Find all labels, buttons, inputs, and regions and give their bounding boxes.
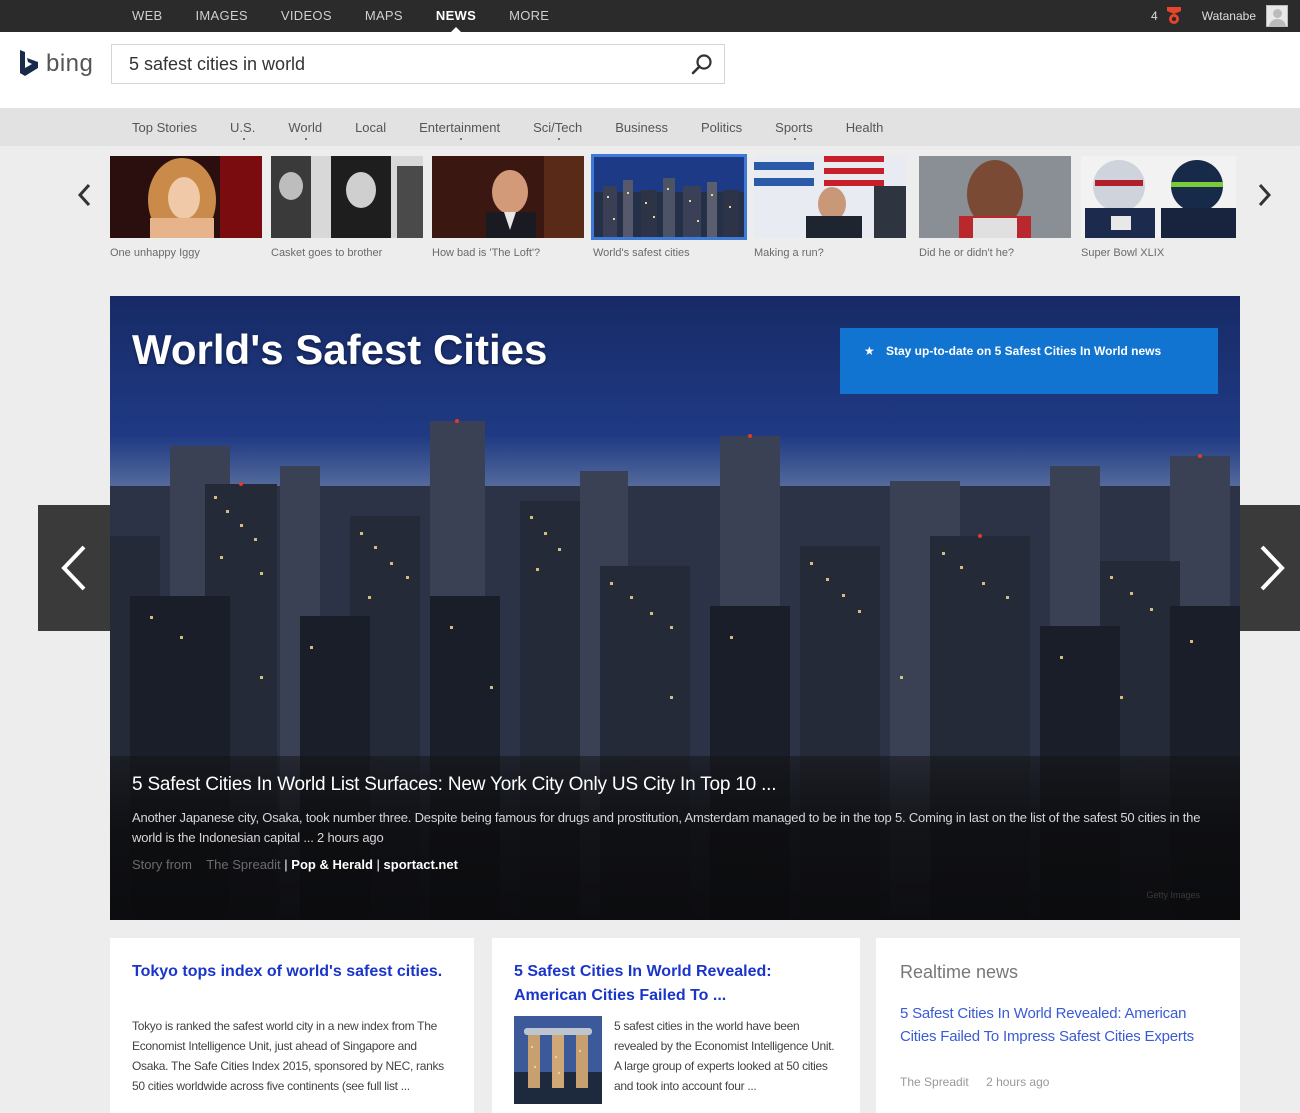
- hero-title[interactable]: World's Safest Cities: [132, 326, 547, 374]
- category-top-stories[interactable]: Top Stories: [132, 120, 197, 135]
- top-nav: WEB IMAGES VIDEOS MAPS NEWS MORE: [132, 0, 582, 32]
- search-icon: [691, 54, 712, 75]
- nav-web[interactable]: WEB: [132, 0, 163, 32]
- realtime-story-link[interactable]: 5 Safest Cities In World Revealed: Ameri…: [900, 1002, 1220, 1048]
- card-title-link[interactable]: 5 Safest Cities In World Revealed: Ameri…: [514, 960, 814, 1008]
- realtime-heading: Realtime news: [900, 962, 1019, 982]
- thumb-image: [1081, 156, 1236, 238]
- thumb-caption[interactable]: How bad is 'The Loft'?: [432, 247, 584, 259]
- category-politics[interactable]: Politics: [701, 120, 742, 135]
- image-credit: Getty Images: [1146, 890, 1200, 900]
- hero-prev-button[interactable]: [38, 505, 110, 631]
- strip-next-button[interactable]: [1255, 180, 1273, 210]
- chevron-right-icon: [1260, 545, 1285, 591]
- nav-maps[interactable]: MAPS: [365, 0, 403, 32]
- chevron-left-icon: [77, 183, 91, 207]
- thumb-caption[interactable]: Super Bowl XLIX: [1081, 247, 1236, 259]
- thumb-image: [591, 154, 747, 240]
- nav-images[interactable]: IMAGES: [196, 0, 248, 32]
- thumb-caption[interactable]: World's safest cities: [593, 247, 745, 259]
- thumb-caption[interactable]: Did he or didn't he?: [919, 247, 1071, 259]
- card-title-link[interactable]: Tokyo tops index of world's safest citie…: [132, 960, 452, 984]
- thumb-story[interactable]: Super Bowl XLIX: [1081, 156, 1236, 259]
- logo-text: bing: [46, 50, 94, 77]
- thumb-story[interactable]: Making a run?: [754, 156, 906, 259]
- account-area: 4 Watanabe: [1151, 0, 1288, 32]
- strip-prev-button[interactable]: [76, 180, 94, 210]
- nav-videos[interactable]: VIDEOS: [281, 0, 332, 32]
- username[interactable]: Watanabe: [1202, 9, 1256, 23]
- rewards-medal-icon[interactable]: [1166, 7, 1182, 25]
- bing-b-icon: [20, 50, 38, 76]
- thumb-image: [110, 156, 262, 238]
- search-box: [111, 44, 725, 84]
- category-bar: Top Stories U.S. World Local Entertainme…: [0, 108, 1300, 146]
- news-card: 5 Safest Cities In World Revealed: Ameri…: [492, 938, 860, 1113]
- chevron-left-icon: [61, 545, 86, 591]
- source-link[interactable]: Pop & Herald: [291, 857, 373, 872]
- nav-news[interactable]: NEWS: [436, 0, 476, 32]
- thumb-caption[interactable]: One unhappy Iggy: [110, 247, 262, 259]
- category-health[interactable]: Health: [846, 120, 884, 135]
- card-body: Tokyo is ranked the safest world city in…: [132, 1019, 444, 1093]
- category-local[interactable]: Local: [355, 120, 386, 135]
- thumb-story[interactable]: One unhappy Iggy: [110, 156, 262, 259]
- hero-snippet: Another Japanese city, Osaka, took numbe…: [132, 810, 1201, 845]
- realtime-meta: The Spreadit 2 hours ago: [900, 1075, 1049, 1089]
- news-card: Tokyo tops index of world's safest citie…: [110, 938, 474, 1113]
- sources-prefix: Story from: [132, 857, 192, 872]
- hero-story[interactable]: World's Safest Cities ★ Stay up-to-date …: [110, 296, 1240, 920]
- thumb-image: [754, 156, 906, 238]
- category-sci-tech[interactable]: Sci/Tech: [533, 120, 582, 140]
- thumb-image: [432, 156, 584, 238]
- realtime-source[interactable]: The Spreadit: [900, 1075, 969, 1089]
- star-icon: ★: [864, 344, 875, 358]
- search-button[interactable]: [690, 53, 714, 77]
- thumb-caption[interactable]: Making a run?: [754, 247, 906, 259]
- rewards-count[interactable]: 4: [1151, 9, 1158, 23]
- story-thumbnails: One unhappy Iggy Casket goes to brother: [110, 154, 1236, 266]
- thumb-story[interactable]: Casket goes to brother: [271, 156, 423, 259]
- bing-logo[interactable]: bing: [18, 50, 93, 78]
- category-entertainment[interactable]: Entertainment: [419, 120, 500, 140]
- chevron-right-icon: [1258, 183, 1272, 207]
- follow-label: Stay up-to-date on 5 Safest Cities In Wo…: [886, 344, 1162, 358]
- hero-sources: Story from The Spreadit | Pop & Herald |…: [132, 857, 458, 872]
- hero-next-button[interactable]: [1240, 505, 1300, 631]
- thumb-story[interactable]: Did he or didn't he?: [919, 156, 1071, 259]
- follow-topic-button[interactable]: ★ Stay up-to-date on 5 Safest Cities In …: [840, 328, 1218, 394]
- search-header: bing: [0, 32, 1300, 108]
- top-bar: WEB IMAGES VIDEOS MAPS NEWS MORE 4 Watan…: [0, 0, 1300, 32]
- source-link[interactable]: The Spreadit: [206, 857, 280, 872]
- card-body: 5 safest cities in the world have been r…: [614, 1019, 835, 1093]
- category-business[interactable]: Business: [615, 120, 668, 135]
- thumb-story-active[interactable]: World's safest cities: [591, 154, 747, 259]
- card-thumbnail[interactable]: [514, 1016, 602, 1104]
- avatar[interactable]: [1266, 5, 1288, 27]
- thumb-image: [919, 156, 1071, 238]
- thumb-image: [271, 156, 423, 238]
- thumb-story[interactable]: How bad is 'The Loft'?: [432, 156, 584, 259]
- category-us[interactable]: U.S.: [230, 120, 255, 140]
- category-sports[interactable]: Sports: [775, 120, 813, 140]
- realtime-news-card: Realtime news 5 Safest Cities In World R…: [876, 938, 1240, 1113]
- search-input[interactable]: [112, 45, 672, 83]
- category-list: Top Stories U.S. World Local Entertainme…: [132, 108, 916, 146]
- thumb-caption[interactable]: Casket goes to brother: [271, 247, 423, 259]
- source-link[interactable]: sportact.net: [384, 857, 458, 872]
- category-world[interactable]: World: [288, 120, 322, 140]
- realtime-time: 2 hours ago: [986, 1075, 1050, 1089]
- hero-headline[interactable]: 5 Safest Cities In World List Surfaces: …: [132, 774, 777, 796]
- nav-more[interactable]: MORE: [509, 0, 549, 32]
